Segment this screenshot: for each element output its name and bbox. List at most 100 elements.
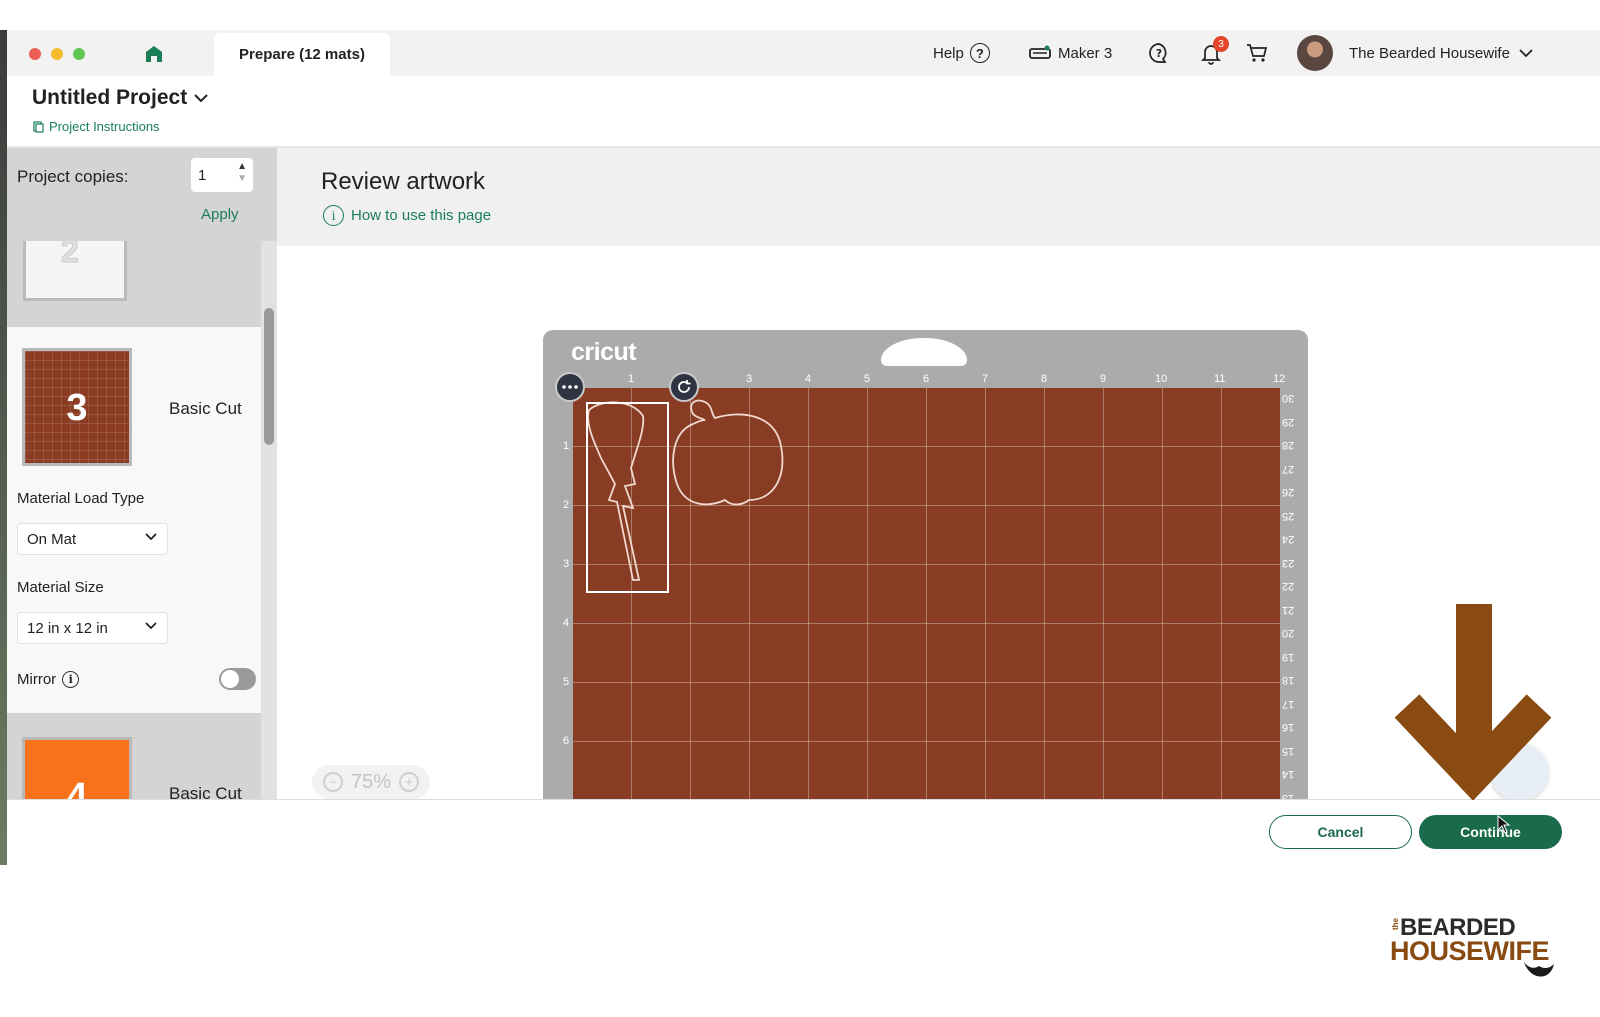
- ruler-tick-top: 5: [864, 373, 871, 385]
- chat-help-icon: ?: [1149, 43, 1167, 63]
- watermark-logo: the BEARDED HOUSEWIFE: [1388, 914, 1568, 986]
- mirror-toggle[interactable]: [219, 668, 256, 690]
- ruler-tick-top: 9: [1100, 373, 1107, 385]
- close-window-button[interactable]: [29, 48, 41, 60]
- ruler-tick-right: 28: [1282, 439, 1295, 451]
- selection-box[interactable]: [586, 402, 669, 593]
- ruler-tick-left: 6: [563, 735, 570, 747]
- svg-text:?: ?: [1156, 47, 1162, 60]
- maximize-window-button[interactable]: [73, 48, 85, 60]
- app-window: Prepare (12 mats) Help ? Maker 3 ? 3 The…: [7, 30, 1600, 865]
- pumpkin-shape: [672, 399, 784, 506]
- mat-grid[interactable]: [573, 388, 1280, 830]
- ruler-tick-right: 27: [1282, 462, 1295, 475]
- project-copies-panel: Project copies: 1 ▲ ▼ Apply: [7, 148, 277, 241]
- notification-badge: 3: [1213, 36, 1229, 52]
- question-circle-icon: ?: [969, 43, 990, 63]
- home-icon[interactable]: [144, 44, 164, 64]
- zoom-in-button[interactable]: +: [399, 772, 420, 792]
- mat-thumbnail-3[interactable]: 3: [22, 348, 132, 466]
- watermark-the: the: [1391, 918, 1400, 930]
- ruler-tick-left: 5: [563, 676, 570, 688]
- mat-sidebar: Project copies: 1 ▲ ▼ Apply 2 3 Basic Cu…: [7, 148, 277, 829]
- mirror-label-group: Mirror i: [17, 671, 80, 688]
- project-instructions-link[interactable]: Project Instructions: [33, 119, 160, 134]
- project-title: Untitled Project: [32, 86, 188, 109]
- ruler-tick-left: 1: [563, 440, 570, 452]
- stepper-up-icon[interactable]: ▲: [237, 161, 247, 173]
- ruler-tick-right: 21: [1282, 603, 1295, 616]
- ruler-tick-top: 4: [805, 373, 812, 385]
- chevron-down-icon: [145, 533, 157, 541]
- chevron-down-icon: [145, 622, 157, 630]
- ruler-tick-right: 26: [1282, 486, 1295, 498]
- user-menu[interactable]: The Bearded Housewife: [1349, 30, 1534, 76]
- material-size-label: Material Size: [17, 579, 104, 596]
- ruler-tick-top: 1: [628, 373, 635, 385]
- more-options-handle[interactable]: [555, 372, 585, 402]
- ruler-tick-top: 6: [923, 373, 930, 385]
- continue-button[interactable]: Continue: [1419, 815, 1562, 849]
- support-button[interactable]: ?: [1147, 30, 1171, 76]
- ruler-tick-right: 14: [1282, 768, 1295, 780]
- ruler-tick-right: 29: [1282, 415, 1295, 428]
- user-name: The Bearded Housewife: [1349, 44, 1510, 62]
- avatar[interactable]: [1297, 35, 1333, 71]
- ruler-tick-top: 12: [1273, 373, 1286, 385]
- ruler-tick-right: 17: [1282, 697, 1295, 710]
- cutting-mat: cricut 123456789101112 123456 3029282726…: [543, 330, 1308, 830]
- project-copies-value: 1: [198, 167, 207, 184]
- machine-selector[interactable]: Maker 3: [1029, 30, 1112, 76]
- stepper-down-icon[interactable]: ▼: [237, 173, 247, 185]
- desktop-edge: [0, 30, 7, 865]
- mat-list: 2 3 Basic Cut Material Load Type On Mat …: [7, 241, 261, 829]
- document-icon: [33, 120, 44, 133]
- page-title: Review artwork: [321, 168, 486, 195]
- chevron-down-icon: [1519, 49, 1533, 58]
- info-icon[interactable]: i: [62, 671, 80, 688]
- project-copies-label: Project copies:: [17, 167, 129, 186]
- how-to-use-link[interactable]: i How to use this page: [323, 205, 491, 226]
- info-icon: i: [323, 205, 344, 226]
- cancel-button[interactable]: Cancel: [1269, 815, 1412, 849]
- mat-cut-type-3: Basic Cut: [169, 399, 242, 418]
- mat-number-2: 2: [61, 241, 80, 270]
- material-size-select[interactable]: 12 in x 12 in: [17, 612, 168, 644]
- mat-item-3: 3 Basic Cut Material Load Type On Mat Ma…: [7, 327, 261, 713]
- minimize-window-button[interactable]: [51, 48, 63, 60]
- ruler-tick-right: 18: [1282, 674, 1295, 686]
- artwork-shapes: [587, 399, 784, 581]
- project-title-menu[interactable]: Untitled Project: [32, 86, 209, 110]
- ruler-tick-right: 16: [1282, 721, 1295, 733]
- ruler-tick-left: 2: [563, 499, 570, 511]
- help-menu[interactable]: Help ?: [933, 30, 990, 76]
- ruler-tick-right: 30: [1282, 392, 1295, 404]
- material-size-value: 12 in x 12 in: [27, 620, 108, 637]
- copies-stepper[interactable]: ▲ ▼: [237, 161, 247, 185]
- mirror-label: Mirror: [17, 671, 57, 688]
- tab-prepare[interactable]: Prepare (12 mats): [214, 33, 390, 76]
- ruler-tick-right: 25: [1282, 509, 1295, 522]
- apply-button[interactable]: Apply: [201, 206, 239, 223]
- ruler-tick-right: 23: [1282, 556, 1295, 569]
- beard-icon: [1524, 962, 1554, 977]
- mat-brand-logo: cricut: [571, 338, 637, 366]
- ruler-tick-right: 24: [1282, 533, 1295, 545]
- rotate-icon: [678, 380, 691, 393]
- zoom-out-button[interactable]: −: [322, 772, 343, 792]
- cart-icon: [1247, 44, 1268, 62]
- zoom-control: − 75% +: [312, 765, 430, 799]
- ruler-tick-right: 19: [1282, 650, 1295, 663]
- sidebar-scroll-thumb[interactable]: [264, 308, 274, 445]
- footer-bar: Cancel Continue: [7, 799, 1600, 865]
- rotate-handle[interactable]: [669, 372, 699, 402]
- ruler-tick-right: 22: [1282, 580, 1295, 592]
- material-load-type-select[interactable]: On Mat: [17, 523, 168, 555]
- cart-button[interactable]: [1245, 30, 1269, 76]
- title-bar: Prepare (12 mats) Help ? Maker 3 ? 3 The…: [7, 30, 1600, 76]
- ruler-tick-top: 3: [746, 373, 753, 385]
- project-copies-input[interactable]: 1 ▲ ▼: [191, 158, 253, 192]
- how-to-use-label: How to use this page: [351, 207, 492, 224]
- ruler-tick-left: 4: [563, 617, 570, 629]
- toggle-knob: [221, 670, 239, 688]
